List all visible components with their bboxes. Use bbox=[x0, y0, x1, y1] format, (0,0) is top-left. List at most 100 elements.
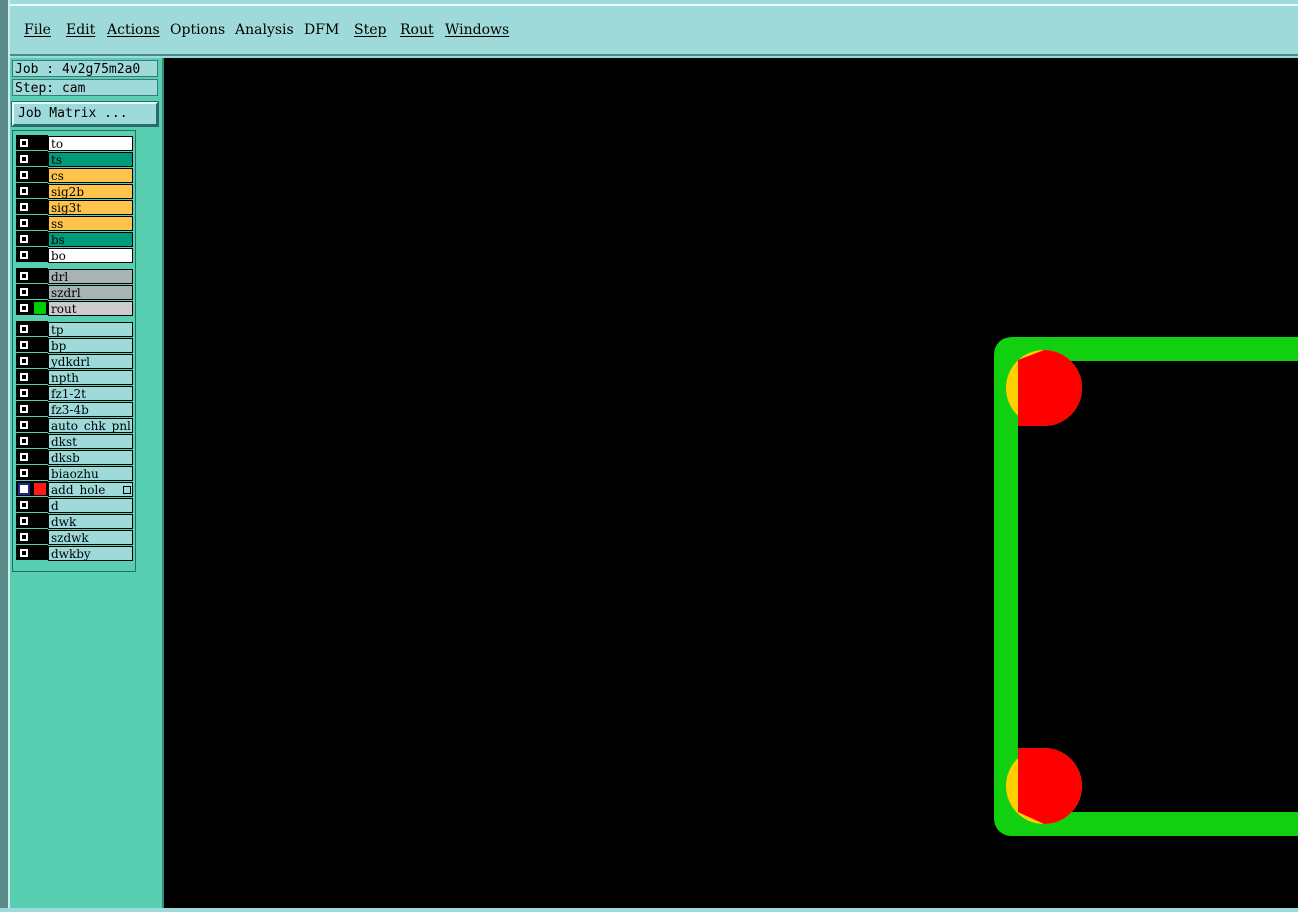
menu-actions[interactable]: Actions bbox=[107, 22, 160, 38]
layer-work-checkbox[interactable] bbox=[20, 287, 28, 296]
layer-display-toggle[interactable] bbox=[32, 529, 48, 545]
layer-name[interactable]: szdrl bbox=[48, 284, 133, 300]
layer-row[interactable]: dkst bbox=[16, 433, 133, 449]
layer-display-toggle[interactable] bbox=[32, 151, 48, 167]
menu-rout[interactable]: Rout bbox=[400, 22, 434, 38]
layer-name[interactable]: fz1-2t bbox=[48, 385, 133, 401]
menu-file[interactable]: File bbox=[24, 22, 51, 38]
layer-work-checkbox[interactable] bbox=[18, 482, 30, 495]
layer-row[interactable]: szdwk bbox=[16, 529, 133, 545]
menu-dfm[interactable]: DFM bbox=[304, 22, 339, 38]
layer-name[interactable]: npth bbox=[48, 369, 133, 385]
layer-name[interactable]: bs bbox=[48, 231, 133, 247]
layer-work-checkbox[interactable] bbox=[20, 388, 28, 397]
layer-name[interactable]: dwk bbox=[48, 513, 133, 529]
graphics-canvas[interactable] bbox=[164, 58, 1298, 908]
layer-row[interactable]: bs bbox=[16, 231, 133, 247]
layer-work-checkbox[interactable] bbox=[20, 420, 28, 429]
layer-display-toggle[interactable] bbox=[32, 215, 48, 231]
layer-row[interactable]: bo bbox=[16, 247, 133, 263]
layer-display-toggle[interactable] bbox=[32, 231, 48, 247]
layer-work-checkbox[interactable] bbox=[20, 324, 28, 333]
layer-row[interactable]: dwk bbox=[16, 513, 133, 529]
menu-analysis[interactable]: Analysis bbox=[235, 22, 294, 38]
layer-name[interactable]: cs bbox=[48, 167, 133, 183]
layer-work-checkbox[interactable] bbox=[20, 436, 28, 445]
layer-display-toggle[interactable] bbox=[32, 284, 48, 300]
layer-work-checkbox[interactable] bbox=[20, 170, 28, 179]
layer-work-checkbox[interactable] bbox=[20, 271, 28, 280]
layer-display-toggle[interactable] bbox=[32, 545, 48, 561]
layer-name[interactable]: biaozhu bbox=[48, 465, 133, 481]
menu-windows[interactable]: Windows bbox=[445, 22, 509, 38]
layer-work-checkbox[interactable] bbox=[20, 154, 28, 163]
layer-row[interactable]: auto_chk_pnl bbox=[16, 417, 133, 433]
layer-name[interactable]: ts bbox=[48, 151, 133, 167]
layer-name[interactable]: add_hole bbox=[48, 481, 133, 497]
layer-display-toggle[interactable] bbox=[32, 385, 48, 401]
menu-step[interactable]: Step bbox=[354, 22, 386, 38]
layer-work-checkbox[interactable] bbox=[20, 404, 28, 413]
layer-row[interactable]: fz1-2t bbox=[16, 385, 133, 401]
layer-row[interactable]: d bbox=[16, 497, 133, 513]
layer-display-toggle[interactable] bbox=[32, 268, 48, 284]
layer-display-toggle[interactable] bbox=[32, 401, 48, 417]
layer-name[interactable]: tp bbox=[48, 321, 133, 337]
layer-name[interactable]: szdwk bbox=[48, 529, 133, 545]
layer-name[interactable]: auto_chk_pnl bbox=[48, 417, 133, 433]
layer-work-checkbox[interactable] bbox=[20, 218, 28, 227]
layer-display-toggle[interactable] bbox=[32, 183, 48, 199]
layer-display-toggle[interactable] bbox=[32, 433, 48, 449]
layer-name[interactable]: bp bbox=[48, 337, 133, 353]
layer-name[interactable]: bo bbox=[48, 247, 133, 263]
layer-display-toggle[interactable] bbox=[32, 321, 48, 337]
layer-row[interactable]: dksb bbox=[16, 449, 133, 465]
layer-name[interactable]: ydkdrl bbox=[48, 353, 133, 369]
layer-work-checkbox[interactable] bbox=[20, 452, 28, 461]
layer-display-toggle[interactable] bbox=[32, 135, 48, 151]
layer-row[interactable]: npth bbox=[16, 369, 133, 385]
layer-display-toggle[interactable] bbox=[32, 247, 48, 263]
layer-display-toggle[interactable] bbox=[32, 167, 48, 183]
layer-row[interactable]: drl bbox=[16, 268, 133, 284]
layer-row[interactable]: szdrl bbox=[16, 284, 133, 300]
layer-name[interactable]: sig2b bbox=[48, 183, 133, 199]
layer-row[interactable]: biaozhu bbox=[16, 465, 133, 481]
layer-display-toggle[interactable] bbox=[32, 369, 48, 385]
layer-row[interactable]: to bbox=[16, 135, 133, 151]
layer-display-toggle[interactable] bbox=[32, 481, 48, 497]
menu-edit[interactable]: Edit bbox=[66, 22, 95, 38]
layer-name[interactable]: drl bbox=[48, 268, 133, 284]
layer-display-toggle[interactable] bbox=[32, 449, 48, 465]
layer-work-checkbox[interactable] bbox=[20, 468, 28, 477]
layer-display-toggle[interactable] bbox=[32, 513, 48, 529]
job-matrix-button[interactable]: Job Matrix ... bbox=[11, 101, 159, 127]
layer-name[interactable]: d bbox=[48, 497, 133, 513]
layer-name[interactable]: sig3t bbox=[48, 199, 133, 215]
layer-name[interactable]: to bbox=[48, 135, 133, 151]
layer-row[interactable]: ydkdrl bbox=[16, 353, 133, 369]
layer-work-checkbox[interactable] bbox=[20, 500, 28, 509]
layer-row[interactable]: rout bbox=[16, 300, 133, 316]
layer-row[interactable]: sig2b bbox=[16, 183, 133, 199]
layer-row[interactable]: bp bbox=[16, 337, 133, 353]
layer-work-checkbox[interactable] bbox=[20, 532, 28, 541]
menu-options[interactable]: Options bbox=[170, 22, 225, 38]
layer-display-toggle[interactable] bbox=[32, 417, 48, 433]
layer-name[interactable]: dkst bbox=[48, 433, 133, 449]
layer-row[interactable]: fz3-4b bbox=[16, 401, 133, 417]
layer-display-toggle[interactable] bbox=[32, 353, 48, 369]
layer-work-checkbox[interactable] bbox=[20, 138, 28, 147]
layer-row[interactable]: ts bbox=[16, 151, 133, 167]
layer-work-checkbox[interactable] bbox=[20, 250, 28, 259]
layer-work-checkbox[interactable] bbox=[20, 372, 28, 381]
layer-work-checkbox[interactable] bbox=[20, 303, 28, 312]
layer-name[interactable]: fz3-4b bbox=[48, 401, 133, 417]
layer-row[interactable]: ss bbox=[16, 215, 133, 231]
layer-work-checkbox[interactable] bbox=[20, 356, 28, 365]
layer-name[interactable]: dwkby bbox=[48, 545, 133, 561]
layer-work-checkbox[interactable] bbox=[20, 234, 28, 243]
layer-row[interactable]: sig3t bbox=[16, 199, 133, 215]
layer-display-toggle[interactable] bbox=[32, 465, 48, 481]
layer-row[interactable]: dwkby bbox=[16, 545, 133, 561]
